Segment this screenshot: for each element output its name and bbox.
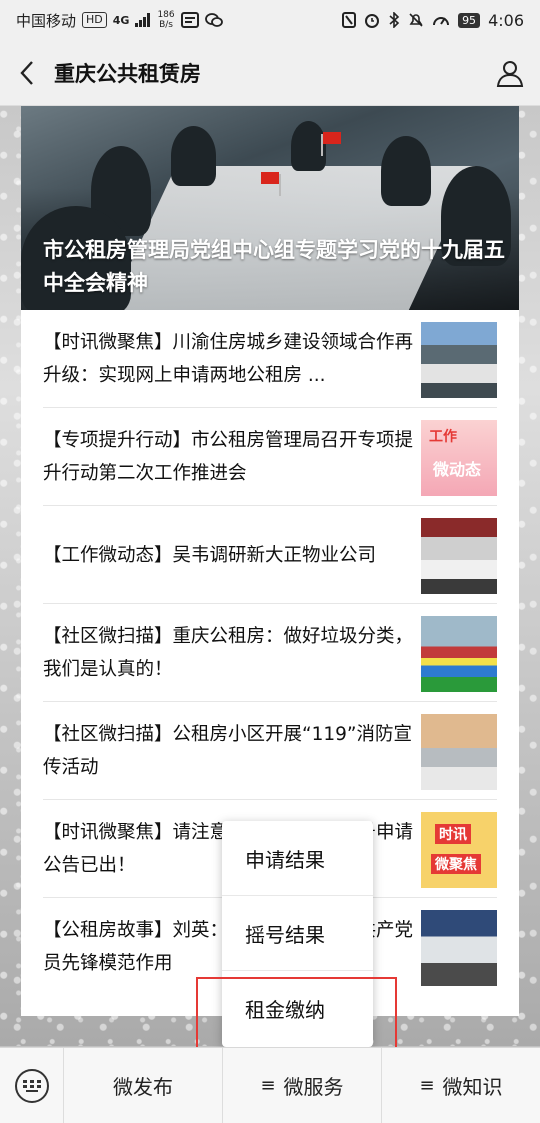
signal-icon: [135, 13, 151, 27]
user-icon: [496, 60, 524, 87]
network-type: 4G: [112, 13, 130, 27]
list-item[interactable]: 【时讯微聚焦】川渝住房城乡建设领域合作再升级：实现网上申请两地公租房 ...: [43, 310, 497, 408]
article-title: 【社区微扫描】公租房小区开展“119”消防宣传活动: [43, 724, 412, 778]
keyboard-toggle-button[interactable]: [0, 1048, 64, 1123]
flag: [323, 132, 341, 144]
profile-button[interactable]: [480, 40, 540, 106]
nav-bar: 重庆公共租赁房: [0, 40, 540, 106]
net-speed: 186 B/s: [157, 10, 175, 30]
back-button[interactable]: [0, 40, 54, 106]
status-bar: 中国移动 HD 4G 186 B/s 95 4:06: [0, 0, 540, 40]
keyboard-icon: [22, 1079, 41, 1092]
wechat-icon: [204, 13, 223, 27]
article-title: 【专项提升行动】市公租房管理局召开专项提升行动第二次工作推进会: [43, 430, 413, 484]
hero-photo-person: [381, 136, 431, 206]
list-item[interactable]: 【社区微扫描】重庆公租房：做好垃圾分类，我们是认真的！: [43, 604, 497, 702]
article-title: 【工作微动态】吴韦调研新大正物业公司: [43, 544, 377, 566]
list-item[interactable]: 【工作微动态】吴韦调研新大正物业公司: [43, 506, 497, 604]
bluetooth-icon: [389, 12, 400, 28]
menu-icon: ≡: [419, 1075, 435, 1096]
tab-knowledge[interactable]: ≡ 微知识: [382, 1048, 540, 1123]
menu-icon: ≡: [260, 1075, 276, 1096]
thumbnail-label: 微动态: [433, 460, 482, 479]
article-thumbnail: 工作 微动态: [421, 420, 497, 496]
list-item[interactable]: 【专项提升行动】市公租房管理局召开专项提升行动第二次工作推进会 工作 微动态: [43, 408, 497, 506]
tab-label: 微发布: [113, 1075, 173, 1099]
flag-pole: [279, 174, 281, 196]
page-title: 重庆公共租赁房: [54, 61, 201, 86]
article-thumbnail: [421, 714, 497, 790]
tab-publish[interactable]: 微发布: [64, 1048, 223, 1123]
app-notification-icon: [180, 12, 199, 28]
nfc-icon: [342, 12, 357, 28]
thumbnail-label: 时讯: [435, 824, 471, 844]
article-thumbnail: [421, 518, 497, 594]
article-thumbnail: [421, 322, 497, 398]
bottom-menu-bar: 微发布 ≡ 微服务 ≡ 微知识: [0, 1047, 540, 1123]
hero-banner[interactable]: 市公租房管理局党组中心组专题学习党的十九届五中全会精神: [21, 106, 519, 310]
hero-title: 市公租房管理局党组中心组专题学习党的十九届五中全会精神: [43, 238, 505, 295]
thumbnail-label: 工作: [429, 429, 457, 445]
article-thumbnail: [421, 616, 497, 692]
mute-icon: [409, 13, 423, 27]
article-title: 【社区微扫描】重庆公租房：做好垃圾分类，我们是认真的！: [43, 626, 413, 680]
hero-photo-person: [171, 126, 216, 186]
battery-indicator: 95: [458, 12, 481, 28]
tab-service[interactable]: ≡ 微服务: [223, 1048, 382, 1123]
article-title: 【时讯微聚焦】川渝住房城乡建设领域合作再升级：实现网上申请两地公租房 ...: [43, 332, 413, 386]
speedometer-icon: [433, 17, 450, 26]
flag: [261, 172, 279, 184]
hd-badge: HD: [82, 12, 107, 28]
alarm-icon: [365, 14, 380, 28]
thumbnail-label: 微聚焦: [431, 854, 481, 874]
chevron-left-icon: [20, 60, 33, 85]
tab-label: 微知识: [442, 1075, 503, 1099]
menu-item-lottery-result[interactable]: 摇号结果: [222, 896, 373, 971]
clock: 4:06: [488, 10, 524, 30]
menu-item-apply-result[interactable]: 申请结果: [222, 821, 373, 896]
carrier-label: 中国移动: [16, 11, 77, 30]
article-thumbnail: 时讯 微聚焦: [421, 812, 497, 888]
tab-label: 微服务: [283, 1075, 344, 1099]
article-thumbnail: [421, 910, 497, 986]
list-item[interactable]: 【社区微扫描】公租房小区开展“119”消防宣传活动: [43, 702, 497, 800]
